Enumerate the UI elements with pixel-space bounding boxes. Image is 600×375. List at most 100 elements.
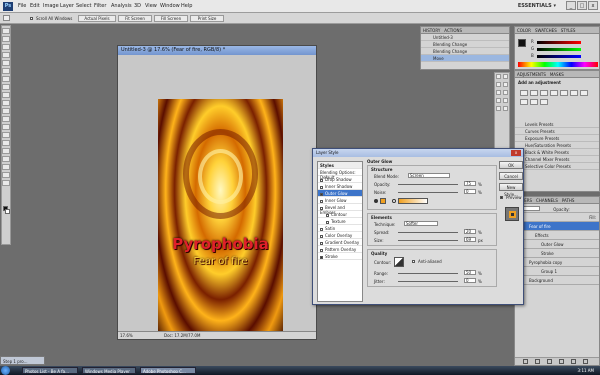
- panel-icon[interactable]: [503, 82, 508, 87]
- cancel-button[interactable]: Cancel: [499, 172, 523, 180]
- style-label[interactable]: Outer Glow: [325, 191, 348, 196]
- glow-gradient-swatch[interactable]: [398, 198, 428, 204]
- jitter-input[interactable]: 0: [464, 278, 476, 283]
- menu-file[interactable]: File: [18, 3, 26, 9]
- channel-mixer-icon[interactable]: [540, 99, 548, 105]
- opacity-input[interactable]: 75: [464, 181, 476, 186]
- color-ramp[interactable]: [518, 62, 598, 67]
- menu-edit[interactable]: Edit: [30, 3, 40, 9]
- shape-tool-icon[interactable]: [2, 164, 10, 170]
- menu-view[interactable]: View: [145, 3, 157, 9]
- tab-adjustments[interactable]: ADJUSTMENTS: [517, 72, 546, 77]
- foreground-color-swatch[interactable]: [518, 39, 526, 47]
- layer-effects-row[interactable]: Effects: [515, 231, 599, 240]
- blend-mode-select[interactable]: Screen: [408, 173, 450, 178]
- range-input[interactable]: 50: [464, 270, 476, 275]
- trash-icon[interactable]: [583, 359, 588, 364]
- outer-glow-checkbox[interactable]: [320, 192, 323, 196]
- effect-outer-glow-row[interactable]: Outer Glow: [515, 240, 599, 249]
- style-label[interactable]: Color Overlay: [325, 233, 352, 238]
- clone-stamp-tool-icon[interactable]: [2, 92, 10, 98]
- minimize-button[interactable]: _: [566, 1, 576, 10]
- history-item[interactable]: Move: [421, 55, 509, 62]
- start-button-icon[interactable]: [1, 366, 10, 375]
- print-size-button[interactable]: Print Size: [190, 15, 224, 22]
- vibrance-icon[interactable]: [560, 90, 568, 96]
- blue-slider[interactable]: [537, 55, 581, 58]
- stroke-checkbox[interactable]: [320, 255, 323, 259]
- style-label[interactable]: Gradient Overlay: [325, 240, 359, 245]
- layer-row-background[interactable]: Background: [515, 276, 599, 285]
- noise-slider[interactable]: [398, 192, 458, 193]
- minimized-document[interactable]: Step 1 pro...: [0, 356, 45, 365]
- inner-shadow-checkbox[interactable]: [320, 185, 323, 189]
- pen-tool-icon[interactable]: [2, 140, 10, 146]
- hue-icon[interactable]: [570, 90, 578, 96]
- lasso-tool-icon[interactable]: [2, 44, 10, 50]
- preset-item[interactable]: Black & White Presets: [515, 149, 599, 156]
- curves-icon[interactable]: [540, 90, 548, 96]
- solid-color-radio[interactable]: [374, 199, 378, 203]
- satin-checkbox[interactable]: [320, 227, 323, 231]
- panel-icon[interactable]: [503, 98, 508, 103]
- tab-styles[interactable]: STYLES: [561, 28, 576, 33]
- preset-item[interactable]: Channel Mixer Presets: [515, 156, 599, 163]
- style-label[interactable]: Texture: [331, 219, 346, 224]
- document-title[interactable]: Untitled-3 @ 17.6% (Fear of fire, RGB/8)…: [118, 46, 316, 55]
- gradient-radio[interactable]: [392, 199, 396, 203]
- healing-tool-icon[interactable]: [2, 76, 10, 82]
- maximize-button[interactable]: □: [577, 1, 587, 10]
- preset-item[interactable]: Hue/Saturation Presets: [515, 142, 599, 149]
- hand-tool-icon[interactable]: [2, 172, 10, 178]
- eraser-tool-icon[interactable]: [2, 108, 10, 114]
- panel-icon[interactable]: [496, 90, 501, 95]
- panel-icon[interactable]: [503, 90, 508, 95]
- history-item[interactable]: Blending Change: [421, 41, 509, 48]
- green-slider[interactable]: [537, 48, 581, 51]
- scroll-all-checkbox[interactable]: [30, 17, 33, 20]
- new-group-icon[interactable]: [559, 359, 564, 364]
- color-overlay-checkbox[interactable]: [320, 234, 323, 238]
- style-label[interactable]: Drop Shadow: [325, 177, 352, 182]
- fill-screen-button[interactable]: Fill Screen: [154, 15, 188, 22]
- preset-item[interactable]: Exposure Presets: [515, 135, 599, 142]
- tab-paths[interactable]: PATHS: [562, 198, 575, 203]
- opacity-slider[interactable]: [398, 184, 458, 185]
- taskbar-item[interactable]: Windows Media Player: [82, 367, 136, 374]
- size-input[interactable]: 69: [464, 237, 476, 242]
- panel-icon[interactable]: [503, 106, 508, 111]
- workspace-switcher[interactable]: ESSENTIALS ▾: [518, 3, 556, 9]
- size-slider[interactable]: [398, 240, 458, 241]
- tab-actions[interactable]: ACTIONS: [444, 28, 462, 33]
- tab-masks[interactable]: MASKS: [550, 72, 564, 77]
- bw-icon[interactable]: [520, 99, 528, 105]
- menu-window[interactable]: Window: [160, 3, 180, 9]
- menu-help[interactable]: Help: [181, 3, 192, 9]
- anti-aliased-checkbox[interactable]: [412, 260, 415, 263]
- quick-select-tool-icon[interactable]: [2, 52, 10, 58]
- preset-item[interactable]: Curves Presets: [515, 128, 599, 135]
- red-slider[interactable]: [537, 41, 581, 44]
- tab-swatches[interactable]: SWATCHES: [535, 28, 557, 33]
- type-tool-icon[interactable]: [2, 148, 10, 154]
- marquee-tool-icon[interactable]: [2, 36, 10, 42]
- close-button[interactable]: x: [588, 1, 598, 10]
- gradient-overlay-checkbox[interactable]: [320, 241, 323, 245]
- history-item[interactable]: Blending Change: [421, 48, 509, 55]
- taskbar-item-active[interactable]: Adobe Photoshop C...: [140, 367, 196, 374]
- eyedropper-tool-icon[interactable]: [2, 68, 10, 74]
- menu-analysis[interactable]: Analysis: [111, 3, 132, 9]
- brush-tool-icon[interactable]: [2, 84, 10, 90]
- blur-tool-icon[interactable]: [2, 124, 10, 130]
- canvas[interactable]: Pyrophobia Fear of fire: [158, 99, 283, 339]
- contour-checkbox[interactable]: [326, 213, 329, 217]
- history-brush-tool-icon[interactable]: [2, 100, 10, 106]
- styles-header[interactable]: Styles: [318, 162, 362, 169]
- layer-row[interactable]: Pyrophobia copy: [515, 258, 599, 267]
- menu-layer[interactable]: Layer: [60, 3, 74, 9]
- color-balance-icon[interactable]: [580, 90, 588, 96]
- menu-select[interactable]: Select: [76, 3, 91, 9]
- fx-icon[interactable]: [535, 359, 540, 364]
- preset-item[interactable]: Selective Color Presets: [515, 163, 599, 170]
- photo-filter-icon[interactable]: [530, 99, 538, 105]
